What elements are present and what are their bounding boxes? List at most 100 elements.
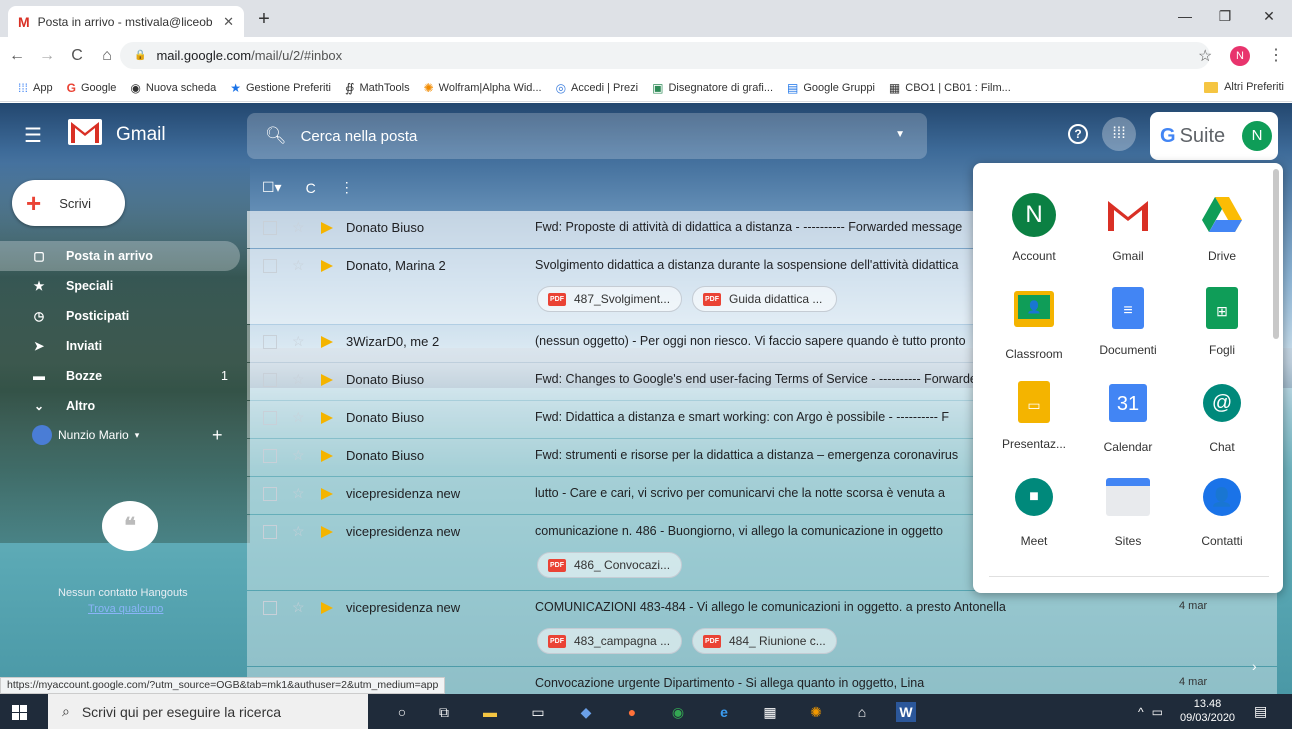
attachment-chip[interactable]: PDF Guida didattica ... — [692, 286, 837, 312]
bookmark-google[interactable]: G Google — [67, 81, 117, 95]
taskbar-search-input[interactable]: ⌕ Scrivi qui per eseguire la ricerca — [48, 694, 368, 729]
hangouts-user[interactable]: Nunzio Mario ▾ + — [32, 425, 223, 445]
google-apps-icon[interactable]: ⁞⁞⁞ — [1102, 117, 1136, 151]
attachment-chip[interactable]: PDF 484_ Riunione c... — [692, 628, 837, 654]
important-marker-icon[interactable] — [321, 260, 333, 272]
gmail-logo-icon[interactable] — [68, 119, 102, 145]
back-icon[interactable]: ← — [4, 47, 30, 65]
row-checkbox[interactable] — [263, 411, 277, 425]
attachment-chip[interactable]: PDF 486_ Convocazi... — [537, 552, 682, 578]
sidebar-item-starred[interactable]: ★ Speciali — [0, 271, 240, 301]
app-drive[interactable]: Drive — [1175, 193, 1269, 263]
browser-tab[interactable]: M Posta in arrivo - mstivala@liceob ✕ — [8, 6, 244, 37]
important-marker-icon[interactable] — [321, 412, 333, 424]
cortana-icon[interactable]: ○ — [392, 702, 412, 722]
url-field[interactable]: 🔒 mail.google.com/mail/u/2/#inbox — [120, 42, 1210, 69]
taskbar-clock[interactable]: 13.48 09/03/2020 — [1180, 697, 1235, 725]
forward-icon[interactable]: → — [34, 47, 60, 65]
row-checkbox[interactable] — [263, 373, 277, 387]
star-icon[interactable]: ☆ — [292, 371, 305, 388]
app-icon[interactable]: ◆ — [576, 702, 596, 722]
browser-menu-icon[interactable]: ⋮ — [1268, 45, 1284, 65]
app-docs[interactable]: ≡ Documenti — [1081, 287, 1175, 357]
search-options-icon[interactable]: ▼ — [895, 129, 905, 140]
star-icon[interactable]: ☆ — [292, 219, 305, 236]
user-menu-chevron-icon[interactable]: ▾ — [135, 430, 140, 441]
bookmark-gestione-preferiti[interactable]: ★ Gestione Preferiti — [230, 81, 331, 95]
star-icon[interactable]: ☆ — [292, 257, 305, 274]
row-checkbox[interactable] — [263, 601, 277, 615]
more-actions-icon[interactable]: ⋮ — [340, 179, 354, 196]
important-marker-icon[interactable] — [321, 450, 333, 462]
account-avatar[interactable]: N — [1242, 121, 1272, 151]
sidebar-item-drafts[interactable]: ▬ Bozze 1 — [0, 361, 240, 391]
main-menu-icon[interactable]: ☰ — [24, 123, 42, 148]
chrome-icon[interactable]: ◉ — [668, 702, 688, 722]
minimize-button[interactable]: — — [1170, 8, 1200, 24]
row-checkbox[interactable] — [263, 259, 277, 273]
row-checkbox[interactable] — [263, 525, 277, 539]
app-meet[interactable]: ■ Meet — [987, 475, 1081, 548]
bookmark-mathtools[interactable]: ∯ MathTools — [345, 81, 410, 95]
bookmark-app[interactable]: ⁞⁞⁞ App — [18, 81, 53, 95]
select-all-checkbox[interactable]: ☐▾ — [262, 179, 282, 196]
close-window-button[interactable]: ✕ — [1254, 8, 1284, 25]
important-marker-icon[interactable] — [321, 602, 333, 614]
restore-button[interactable]: ❐ — [1210, 8, 1240, 25]
firefox-icon[interactable]: ● — [622, 702, 642, 722]
terminal-icon[interactable]: ▭ — [528, 702, 548, 722]
expand-side-panel-icon[interactable]: › — [1252, 658, 1257, 674]
important-marker-icon[interactable] — [321, 336, 333, 348]
notification-icon[interactable]: ▤ — [1254, 703, 1267, 720]
star-icon[interactable]: ☆ — [292, 333, 305, 350]
edge-icon[interactable]: e — [714, 702, 734, 722]
calculator-icon[interactable]: ▦ — [760, 702, 780, 722]
star-icon[interactable]: ☆ — [292, 523, 305, 540]
bookmark-nuova-scheda[interactable]: ◉ Nuova scheda — [130, 81, 216, 95]
profile-avatar[interactable]: N — [1230, 46, 1250, 66]
other-bookmarks[interactable]: Altri Preferiti — [1204, 81, 1284, 93]
table-row[interactable]: ☆ vicepresidenza new COMUNICAZIONI 483-484… — [247, 591, 1277, 667]
row-checkbox[interactable] — [263, 487, 277, 501]
settings-app-icon[interactable]: ✺ — [806, 702, 826, 722]
find-contact-link[interactable]: Trova qualcuno — [88, 603, 163, 615]
close-tab-icon[interactable]: ✕ — [223, 14, 234, 30]
bookmark-star-icon[interactable]: ☆ — [1198, 46, 1212, 66]
bookmark-google-gruppi[interactable]: ▤ Google Gruppi — [787, 81, 875, 95]
app-sheets[interactable]: ⊞ Fogli — [1175, 287, 1269, 357]
important-marker-icon[interactable] — [321, 374, 333, 386]
row-checkbox[interactable] — [263, 335, 277, 349]
app-contacts[interactable]: 👤 Contatti — [1175, 475, 1269, 548]
new-tab-button[interactable]: + — [254, 9, 274, 29]
important-marker-icon[interactable] — [321, 526, 333, 538]
app-slides[interactable]: ▭ Presentaz... — [987, 381, 1081, 451]
search-input[interactable]: 🔍︎ Cerca nella posta ▼ — [247, 113, 927, 159]
battery-icon[interactable]: ▭ — [1152, 705, 1163, 719]
windows-start-icon[interactable] — [12, 705, 27, 720]
refresh-icon[interactable]: C — [306, 180, 316, 196]
compose-button[interactable]: + Scrivi — [12, 180, 125, 226]
gsuite-account-button[interactable]: G Suite N — [1150, 112, 1278, 160]
attachment-chip[interactable]: PDF 483_campagna ... — [537, 628, 682, 654]
star-icon[interactable]: ☆ — [292, 409, 305, 426]
help-icon[interactable]: ? — [1068, 124, 1088, 144]
app-calendar[interactable]: 31 Calendar — [1081, 381, 1175, 454]
sidebar-item-sent[interactable]: ➤ Inviati — [0, 331, 240, 361]
tray-overflow-icon[interactable]: ^ — [1138, 705, 1144, 719]
row-checkbox[interactable] — [263, 221, 277, 235]
apps-panel-scrollbar[interactable] — [1273, 169, 1279, 339]
bookmark-cb01[interactable]: ▦ CBO1 | CB01 : Film... — [889, 81, 1011, 95]
sidebar-item-more[interactable]: ⌄ Altro — [0, 391, 240, 421]
store-icon[interactable]: ⌂ — [852, 702, 872, 722]
reload-icon[interactable]: C — [64, 47, 90, 65]
task-view-icon[interactable]: ⧉ — [434, 702, 454, 722]
attachment-chip[interactable]: PDF 487_Svolgiment... — [537, 286, 682, 312]
bookmark-wolfram[interactable]: ✺ Wolfram|Alpha Wid... — [424, 81, 542, 95]
sidebar-item-snoozed[interactable]: ◷ Posticipati — [0, 301, 240, 331]
app-classroom[interactable]: 👤 Classroom — [987, 287, 1081, 361]
add-contact-icon[interactable]: + — [212, 425, 223, 446]
star-icon[interactable]: ☆ — [292, 485, 305, 502]
app-account[interactable]: N Account — [987, 193, 1081, 263]
star-icon[interactable]: ☆ — [292, 599, 305, 616]
row-checkbox[interactable] — [263, 449, 277, 463]
